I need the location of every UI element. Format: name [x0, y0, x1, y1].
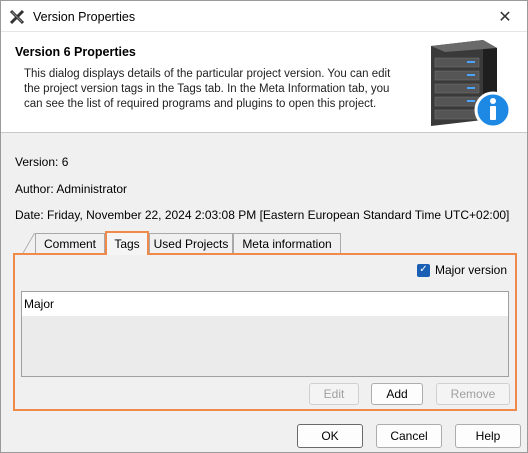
dialog-header: Version 6 Properties This dialog display…	[1, 32, 527, 133]
title-bar: Version Properties ✕	[1, 1, 527, 32]
major-version-checkbox[interactable]: ✓ Major version	[416, 263, 507, 277]
tags-panel: ✓ Major version Major Edit Add Remove	[13, 253, 517, 411]
add-button[interactable]: Add	[371, 383, 423, 405]
major-version-label: Major version	[434, 263, 507, 277]
list-item[interactable]: Major	[22, 292, 508, 316]
header-title: Version 6 Properties	[15, 45, 136, 59]
tags-list[interactable]: Major	[21, 291, 509, 377]
close-button[interactable]: ✕	[483, 1, 527, 32]
tab-comment[interactable]: Comment	[35, 233, 105, 254]
tab-used-projects[interactable]: Used Projects	[149, 233, 233, 254]
server-info-icon	[431, 40, 512, 129]
version-properties-dialog: Version Properties ✕ Version 6 Propertie…	[0, 0, 528, 453]
ok-button[interactable]: OK	[297, 424, 363, 448]
author-label: Author: Administrator	[15, 182, 128, 196]
app-logo-icon	[9, 9, 25, 25]
remove-button[interactable]: Remove	[436, 383, 510, 405]
checkbox-checked-icon: ✓	[416, 263, 430, 277]
tab-tags[interactable]: Tags	[105, 231, 149, 255]
header-description: This dialog displays details of the part…	[24, 68, 391, 110]
help-button[interactable]: Help	[455, 424, 521, 448]
tab-meta-information[interactable]: Meta information	[233, 233, 341, 254]
edit-button[interactable]: Edit	[309, 383, 359, 405]
close-icon: ✕	[498, 8, 512, 26]
cancel-button[interactable]: Cancel	[376, 424, 442, 448]
version-label: Version: 6	[15, 155, 69, 169]
date-label: Date: Friday, November 22, 2024 2:03:08 …	[15, 208, 510, 222]
window-title: Version Properties	[33, 10, 136, 24]
